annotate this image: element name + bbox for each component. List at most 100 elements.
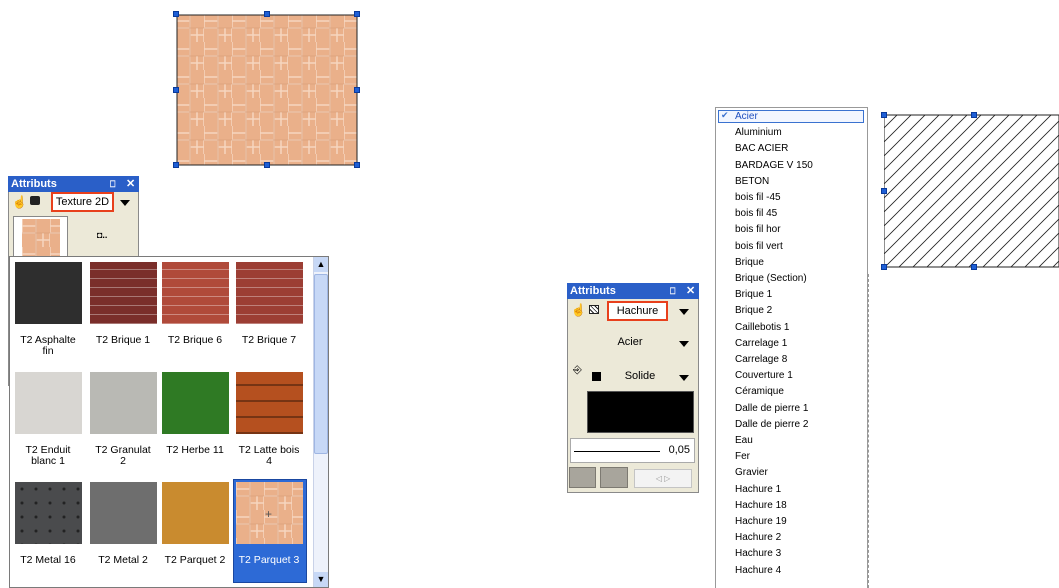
dropdown-option[interactable]: Carrelage 8 xyxy=(735,354,787,366)
thickness-line xyxy=(574,451,660,452)
thickness-value: 0,05 xyxy=(668,444,690,456)
texture-label: T2 Parquet 2 xyxy=(164,554,226,566)
dropdown-option[interactable]: Couverture 1 xyxy=(735,370,793,382)
resize-handle[interactable] xyxy=(354,162,360,168)
scroll-down-icon[interactable]: ▼ xyxy=(314,572,328,587)
mini-button[interactable] xyxy=(600,467,628,488)
dropdown-option[interactable]: Caillebotis 1 xyxy=(735,322,789,334)
dropdown-option[interactable]: Acier xyxy=(735,111,758,123)
dropdown-option[interactable]: bois fil vert xyxy=(735,241,783,253)
chevron-down-icon[interactable] xyxy=(679,341,689,347)
dropdown-option[interactable]: Hachure 4 xyxy=(735,565,781,577)
mini-button[interactable] xyxy=(569,467,596,488)
arrows-icon[interactable]: ◁ ▷ xyxy=(634,469,692,488)
thickness-field[interactable]: 0,05 xyxy=(570,438,695,463)
mode-select[interactable]: Hachure xyxy=(607,301,668,321)
texture-label: T2 Brique 7 xyxy=(241,334,297,346)
texture-thumbnail[interactable] xyxy=(162,262,229,324)
texture-thumbnail[interactable] xyxy=(162,372,229,434)
resize-handle[interactable] xyxy=(971,112,977,118)
texture-thumbnail[interactable] xyxy=(236,372,303,434)
resize-handle[interactable] xyxy=(264,11,270,17)
texture-label: T2 Brique 1 xyxy=(95,334,151,346)
camera-browse-icon[interactable]: ◘.. xyxy=(97,230,107,240)
pin-icon[interactable]: ⎕ xyxy=(670,283,675,299)
panel-titlebar[interactable]: Attributs ⎕ ✕ xyxy=(567,283,699,299)
svg-text:+: + xyxy=(265,507,272,521)
resize-handle[interactable] xyxy=(173,11,179,17)
close-icon[interactable]: ✕ xyxy=(126,176,135,192)
dropdown-option[interactable]: BAC ACIER xyxy=(735,143,788,155)
dropdown-option[interactable]: Carrelage 1 xyxy=(735,338,787,350)
dropdown-option[interactable]: Brique (Section) xyxy=(735,273,807,285)
dropdown-option[interactable]: Hachure 2 xyxy=(735,532,781,544)
dropdown-option[interactable]: BETON xyxy=(735,176,769,188)
dropdown-option[interactable]: bois fil hor xyxy=(735,224,781,236)
resize-handle[interactable] xyxy=(881,112,887,118)
resize-handle[interactable] xyxy=(354,11,360,17)
resize-handle[interactable] xyxy=(881,264,887,270)
scrollbar[interactable]: ▲ ▼ xyxy=(313,257,328,587)
camera-icon[interactable] xyxy=(30,196,40,205)
dropdown-option[interactable]: Brique 2 xyxy=(735,305,772,317)
dropdown-option[interactable]: Gravier xyxy=(735,467,768,479)
scroll-thumb[interactable] xyxy=(314,274,328,454)
resize-handle[interactable] xyxy=(971,264,977,270)
dropdown-option[interactable]: Dalle de pierre 2 xyxy=(735,419,808,431)
texture-thumbnail[interactable] xyxy=(90,482,157,544)
texture-label: T2 Granulat 2 xyxy=(95,444,151,467)
texture-thumbnail[interactable]: + xyxy=(236,482,303,544)
resize-handle[interactable] xyxy=(354,87,360,93)
dropdown-option[interactable]: Hachure 19 xyxy=(735,516,787,528)
texture-thumbnail[interactable] xyxy=(162,482,229,544)
fill-color-preview[interactable] xyxy=(587,391,694,433)
panel-title: Attributs xyxy=(570,285,616,297)
dropdown-option[interactable]: bois fil 45 xyxy=(735,208,777,220)
dropdown-option[interactable]: Brique xyxy=(735,257,764,269)
texture-label: T2 Herbe 11 xyxy=(166,444,224,456)
dropdown-option[interactable]: Eau xyxy=(735,435,753,447)
mode-select[interactable]: Texture 2D xyxy=(51,192,114,212)
chevron-down-icon[interactable] xyxy=(120,200,130,206)
dropdown-option[interactable]: Hachure 18 xyxy=(735,500,787,512)
resize-handle[interactable] xyxy=(881,188,887,194)
texture-thumbnail[interactable] xyxy=(15,372,82,434)
texture-label: T2 Latte bois 4 xyxy=(238,444,300,467)
texture-thumbnail[interactable] xyxy=(90,372,157,434)
chevron-down-icon[interactable] xyxy=(679,375,689,381)
dropdown-option[interactable]: Dalle de pierre 1 xyxy=(735,403,808,415)
dropdown-option[interactable]: Hachure 1 xyxy=(735,484,781,496)
dropdown-option[interactable]: Céramique xyxy=(735,386,784,398)
texture-label: T2 Brique 6 xyxy=(167,334,223,346)
scroll-up-icon[interactable]: ▲ xyxy=(314,257,328,272)
texture-thumbnail[interactable] xyxy=(90,262,157,324)
pin-icon[interactable]: ⎕ xyxy=(110,176,115,192)
dropdown-option[interactable]: Brique 1 xyxy=(735,289,772,301)
resize-handle[interactable] xyxy=(173,162,179,168)
texture-thumbnail[interactable] xyxy=(15,482,82,544)
parquet-shape[interactable] xyxy=(176,14,358,166)
hand-icon[interactable]: ☝ xyxy=(12,195,27,209)
dropdown-option[interactable]: Aluminium xyxy=(735,127,782,139)
hand-icon[interactable]: ☝ xyxy=(571,303,586,317)
chevron-down-icon[interactable] xyxy=(679,309,689,315)
resize-handle[interactable] xyxy=(264,162,270,168)
close-icon[interactable]: ✕ xyxy=(686,283,695,299)
dropdown-option[interactable]: BARDAGE V 150 xyxy=(735,160,813,172)
checkmark-icon: ✔ xyxy=(721,110,729,120)
pen-icon[interactable]: ⎆ xyxy=(573,364,582,377)
texture-thumbnail[interactable] xyxy=(15,262,82,324)
color-swatch[interactable] xyxy=(592,372,601,381)
pattern-select[interactable]: Acier xyxy=(600,336,660,348)
texture-label: T2 Asphalte fin xyxy=(20,334,76,357)
resize-handle[interactable] xyxy=(173,87,179,93)
texture-label: T2 Metal 16 xyxy=(20,554,76,566)
line-style-select[interactable]: Solide xyxy=(610,370,670,382)
panel-titlebar[interactable]: Attributs ⎕ ✕ xyxy=(8,176,139,192)
hatch-mode-icon[interactable] xyxy=(589,305,599,314)
dropdown-option[interactable]: Hachure 3 xyxy=(735,548,781,560)
dropdown-option[interactable]: Fer xyxy=(735,451,750,463)
texture-thumbnail[interactable] xyxy=(236,262,303,324)
hatch-shape[interactable] xyxy=(884,114,1059,270)
dropdown-option[interactable]: bois fil -45 xyxy=(735,192,781,204)
